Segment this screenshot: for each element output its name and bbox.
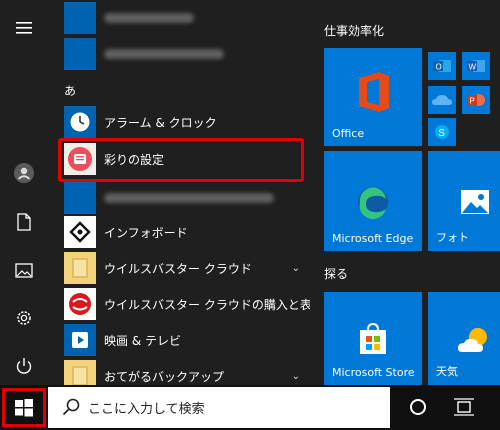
user-account-button[interactable]: [0, 153, 48, 193]
tile-skype[interactable]: S: [428, 118, 456, 146]
cortana-button[interactable]: [404, 393, 432, 421]
app-tile-icon: [64, 252, 96, 284]
blurred-label: [104, 49, 224, 59]
blurred-label: [104, 13, 194, 23]
document-icon: [17, 213, 31, 231]
tile-photos[interactable]: フォト: [428, 151, 500, 251]
list-item-blurred-3[interactable]: [48, 180, 310, 216]
svg-text:O: O: [436, 63, 442, 72]
list-item-virusbuster-folder[interactable]: ウイルスバスター クラウド ⌄: [48, 250, 310, 286]
power-icon: [16, 358, 32, 374]
tile-weather[interactable]: 天気: [428, 292, 500, 385]
list-item-alarms-clock[interactable]: アラーム & クロック: [48, 104, 310, 140]
app-tile-icon: [64, 288, 96, 320]
hamburger-icon: [16, 22, 32, 34]
list-item-blurred-1[interactable]: [48, 0, 310, 36]
app-tile-icon: [64, 38, 96, 70]
app-label: おてがるバックアップ: [104, 369, 225, 384]
list-item-movies-tv[interactable]: 映画 & テレビ: [48, 322, 310, 358]
pictures-button[interactable]: [0, 250, 48, 290]
task-view-button[interactable]: [450, 393, 478, 421]
trendmicro-icon: [69, 293, 91, 315]
blurred-label: [104, 193, 274, 203]
folder-icon: [72, 366, 88, 385]
powerpoint-icon: P: [467, 94, 485, 106]
settings-button[interactable]: [0, 298, 48, 338]
tile-label: Microsoft Edge: [332, 232, 414, 245]
office-icon: [359, 72, 389, 112]
photos-icon: [461, 190, 489, 214]
app-tile-icon: [64, 216, 96, 248]
power-button[interactable]: [0, 346, 48, 386]
tile-label: フォト: [436, 231, 469, 244]
tile-office[interactable]: Office: [324, 48, 422, 146]
task-view-icon: [454, 398, 474, 416]
gear-icon: [17, 311, 31, 325]
movie-icon: [72, 332, 88, 348]
store-icon: [360, 322, 386, 354]
outlook-icon: O: [433, 60, 451, 72]
taskbar: ここに入力して検索: [0, 385, 500, 430]
onedrive-icon: [432, 95, 452, 105]
tile-label: 天気: [436, 365, 458, 378]
tile-microsoft-store[interactable]: Microsoft Store: [324, 292, 422, 385]
tile-word[interactable]: W: [462, 52, 490, 80]
infoboard-icon: [69, 221, 91, 243]
skype-icon: S: [435, 125, 449, 139]
app-label: ウイルスバスター クラウドの購入と表示: [104, 297, 310, 312]
tile-edge[interactable]: Microsoft Edge: [324, 151, 422, 251]
weather-icon: [458, 328, 487, 352]
search-placeholder: ここに入力して検索: [88, 402, 205, 417]
app-label: ウイルスバスター クラウド: [104, 261, 252, 276]
taskbar-search-box[interactable]: ここに入力して検索: [48, 387, 390, 428]
chevron-down-icon: ⌄: [291, 370, 300, 382]
tile-label: Microsoft Store: [332, 366, 415, 379]
svg-text:W: W: [469, 63, 477, 72]
app-list: あ アラーム & クロック 彩りの設定 インフォボード ウイルスバスター クラウ…: [48, 0, 310, 385]
folder-icon: [72, 258, 88, 278]
svg-text:S: S: [438, 128, 445, 139]
picture-icon: [15, 262, 33, 278]
section-header-a[interactable]: あ: [64, 82, 76, 99]
app-tile-icon: [64, 324, 96, 356]
highlight-annotation: [58, 138, 304, 182]
app-label: インフォボード: [104, 225, 188, 240]
start-button[interactable]: [2, 388, 46, 427]
app-tile-icon: [64, 182, 96, 214]
start-left-rail: [0, 0, 48, 385]
group-title-explore[interactable]: 探る: [324, 265, 348, 282]
word-icon: W: [467, 60, 485, 72]
list-item-easy-backup-folder[interactable]: おてがるバックアップ ⌄: [48, 358, 310, 385]
svg-text:P: P: [470, 97, 475, 106]
edge-icon: [358, 187, 388, 219]
app-tile-icon: [64, 360, 96, 385]
app-label: アラーム & クロック: [104, 115, 217, 130]
app-label: 映画 & テレビ: [104, 333, 181, 348]
clock-icon: [70, 112, 90, 132]
search-icon: [62, 398, 80, 416]
windows-logo-icon: [15, 398, 33, 416]
list-item-infoboard[interactable]: インフォボード: [48, 214, 310, 250]
group-title-productivity[interactable]: 仕事効率化: [324, 22, 384, 39]
list-item-virusbuster-purchase[interactable]: ウイルスバスター クラウドの購入と表示: [48, 286, 310, 322]
start-menu: あ アラーム & クロック 彩りの設定 インフォボード ウイルスバスター クラウ…: [0, 0, 500, 430]
tile-powerpoint[interactable]: P: [462, 86, 490, 114]
app-tile-icon: [64, 2, 96, 34]
tile-onedrive[interactable]: [428, 86, 456, 114]
chevron-down-icon: ⌄: [291, 262, 300, 274]
tile-label: Office: [332, 127, 365, 140]
user-avatar-icon: [14, 163, 34, 183]
tile-outlook[interactable]: O: [428, 52, 456, 80]
expand-menu-button[interactable]: [0, 8, 48, 48]
cortana-circle-icon: [410, 399, 426, 415]
list-item-blurred-2[interactable]: [48, 36, 310, 72]
app-tile-icon: [64, 106, 96, 138]
documents-button[interactable]: [0, 202, 48, 242]
